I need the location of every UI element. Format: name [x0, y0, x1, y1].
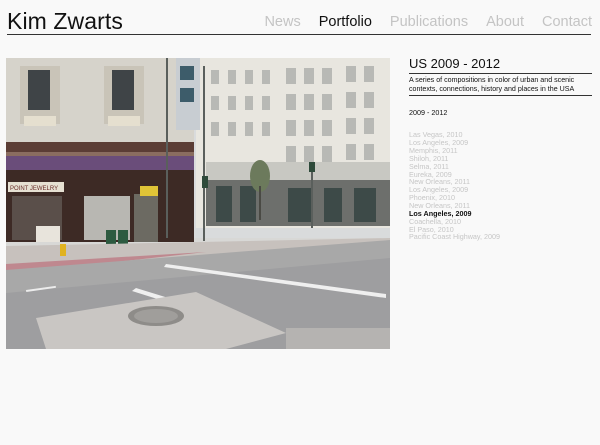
series-photo-list: Las Vegas, 2010 Los Angeles, 2009 Memphi… — [409, 131, 592, 241]
series-title: US 2009 - 2012 — [409, 56, 501, 71]
page: Kim Zwarts News Portfolio Publications A… — [0, 0, 600, 445]
series-info: US 2009 - 2012 A series of compositions … — [409, 56, 592, 241]
site-title[interactable]: Kim Zwarts — [7, 6, 123, 36]
header-divider — [7, 34, 591, 35]
nav-portfolio[interactable]: Portfolio — [319, 12, 372, 32]
nav-about[interactable]: About — [486, 12, 524, 32]
portfolio-photo[interactable]: POINT JEWELRY — [6, 58, 390, 349]
series-title-divider — [409, 73, 592, 74]
series-years: 2009 - 2012 — [409, 108, 448, 118]
storefront-sign-text: POINT JEWELRY — [10, 186, 58, 192]
series-description: A series of compositions in color of urb… — [409, 76, 575, 93]
nav-contact[interactable]: Contact — [542, 12, 592, 32]
series-description-divider — [409, 95, 592, 97]
list-item[interactable]: Pacific Coast Highway, 2009 — [409, 233, 592, 241]
nav-publications[interactable]: Publications — [390, 12, 468, 32]
nav-news[interactable]: News — [264, 12, 300, 32]
main-nav: News Portfolio Publications About Contac… — [264, 12, 592, 32]
